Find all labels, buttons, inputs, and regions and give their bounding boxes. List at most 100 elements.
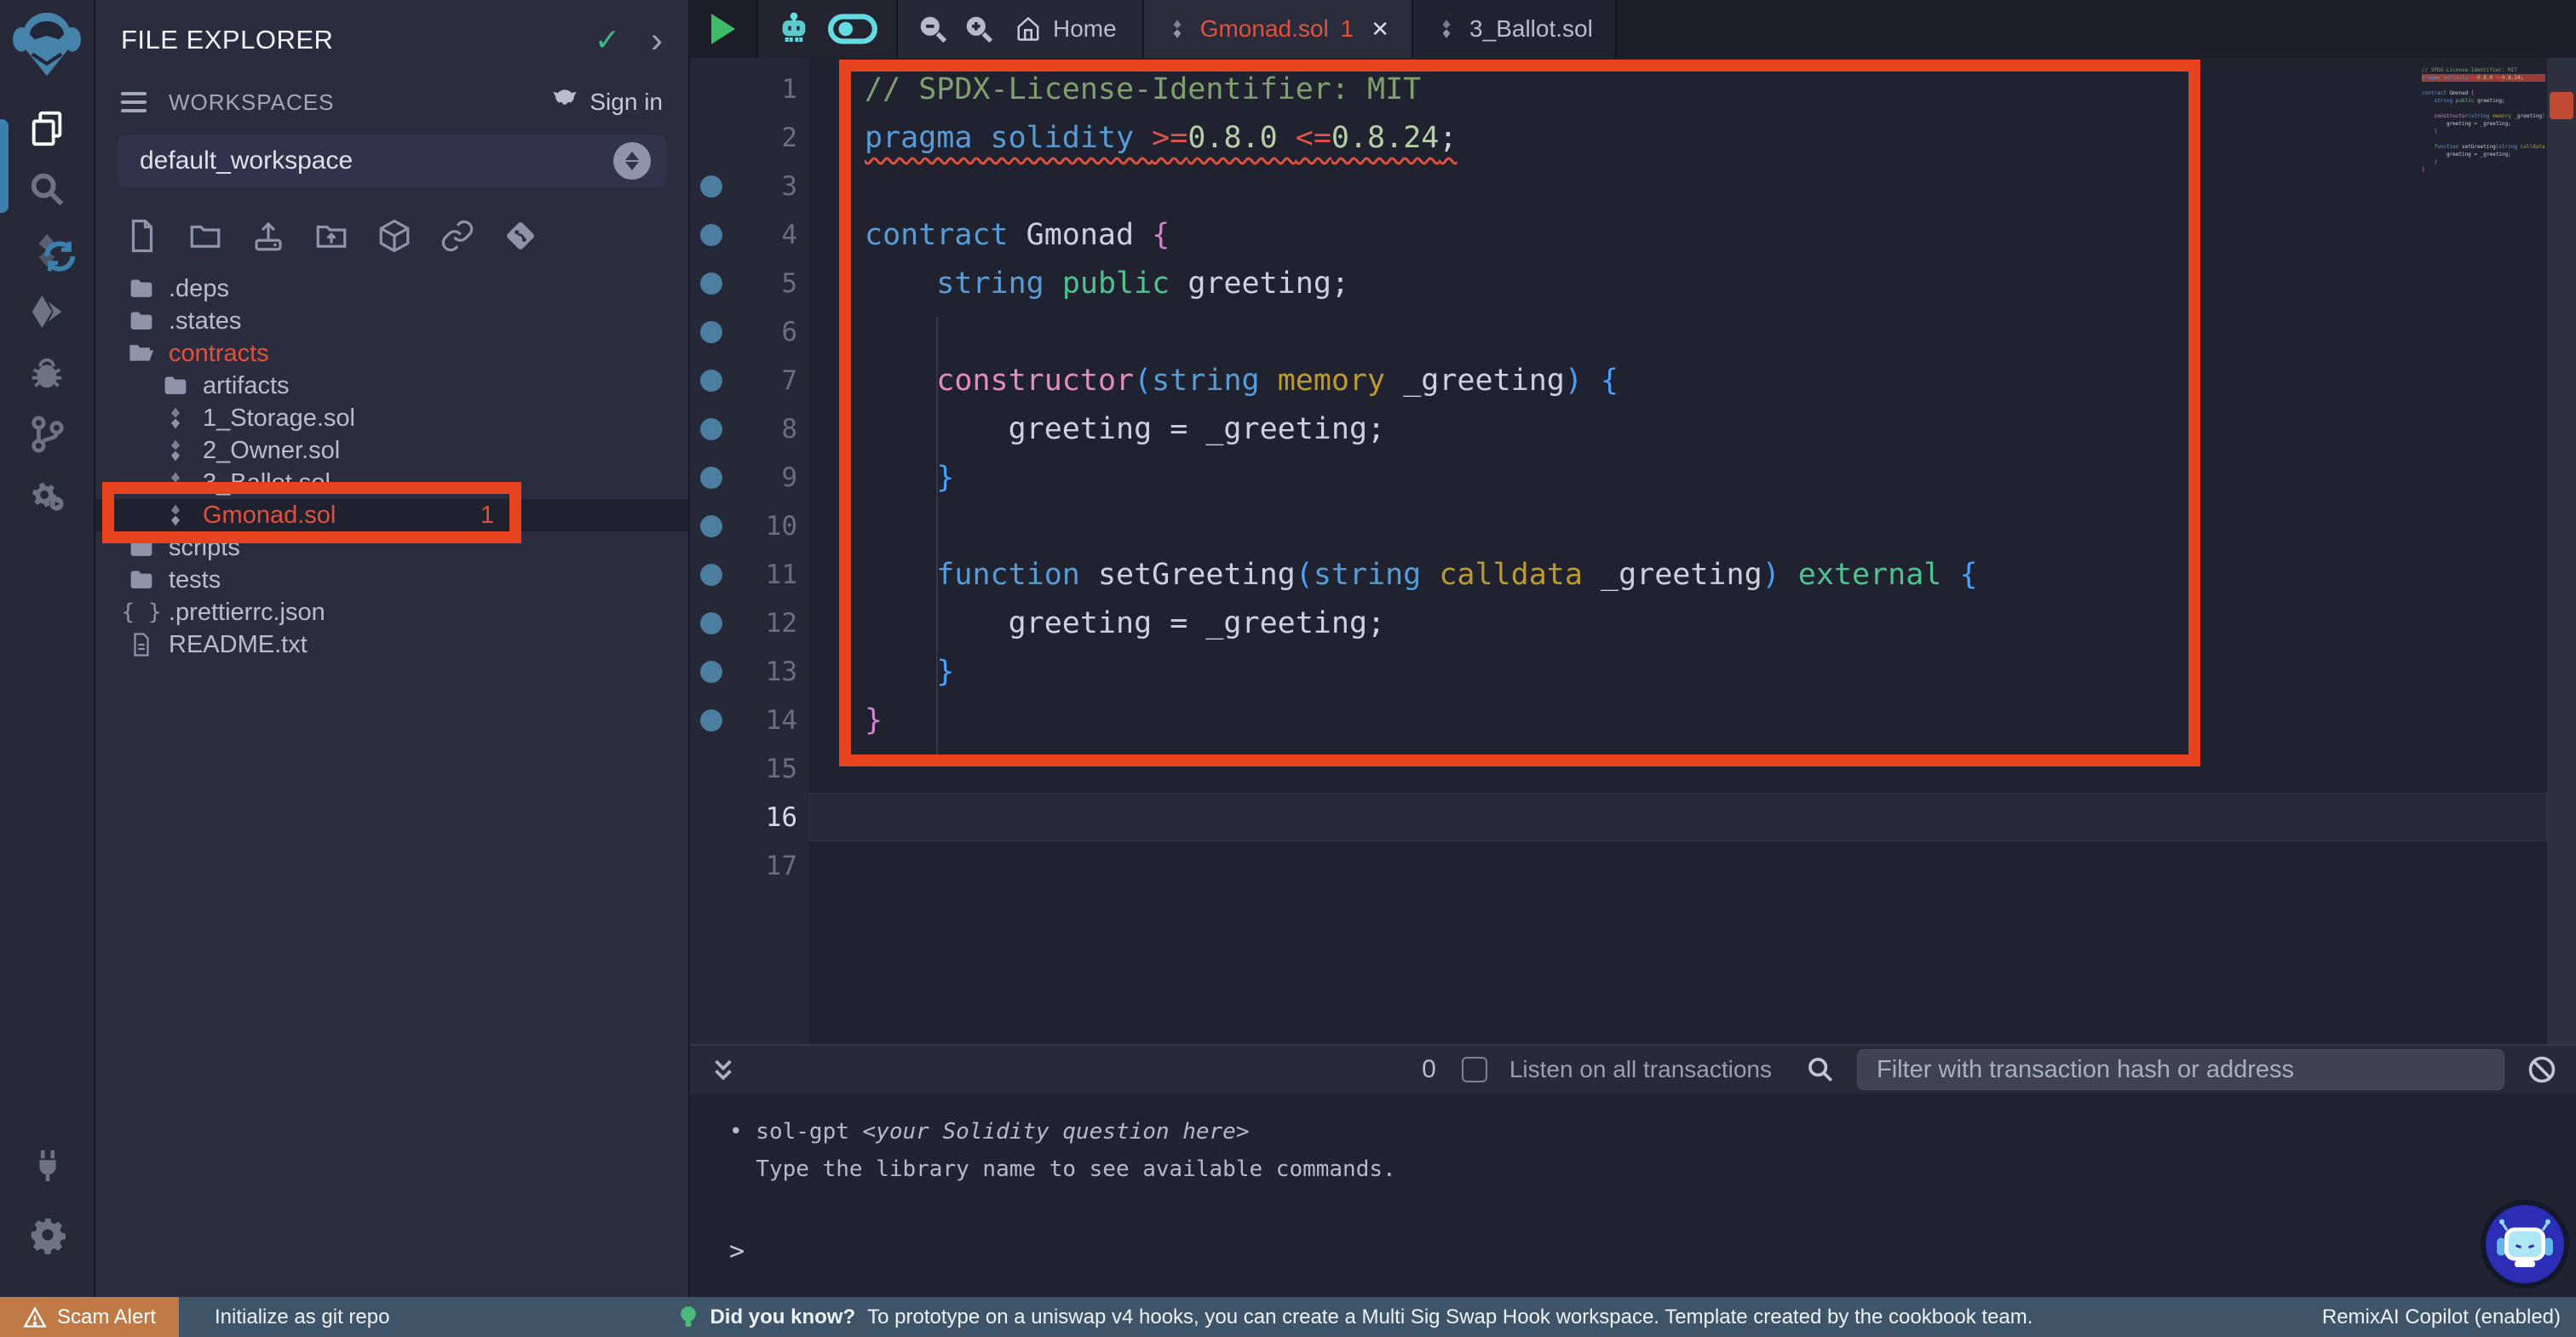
tab-gmonad-sol[interactable]: Gmonad.sol 1 ✕ — [1144, 0, 1413, 58]
plugin-manager-icon[interactable] — [0, 1145, 95, 1185]
line-number: 5 — [733, 268, 809, 299]
code-line-4[interactable]: 4contract Gmonad { — [690, 210, 2547, 259]
sign-in-button[interactable]: Sign in — [550, 89, 663, 116]
remix-logo[interactable] — [10, 10, 83, 78]
line-number: 13 — [733, 657, 809, 687]
debugger-icon[interactable] — [0, 342, 95, 404]
code-editor[interactable]: 1// SPDX-License-Identifier: MIT2pragma … — [690, 58, 2576, 1044]
zoom-in-icon[interactable] — [963, 13, 995, 45]
listen-transactions-checkbox[interactable] — [1462, 1057, 1487, 1082]
tree-item-contracts[interactable]: contracts — [95, 337, 688, 370]
code-text: } — [809, 453, 2547, 502]
tree-item-readme-txt[interactable]: README.txt — [95, 628, 688, 661]
code-line-7[interactable]: 7 constructor(string memory _greeting) { — [690, 356, 2547, 405]
create-workspace-icon[interactable] — [377, 218, 412, 254]
minimap-line: pragma solidity >=0.8.0 <=0.8.24; — [2422, 74, 2545, 82]
chevron-right-icon[interactable]: › — [651, 27, 663, 53]
code-text — [809, 793, 2547, 841]
solidity-compiler-icon[interactable] — [0, 220, 95, 281]
terminal-toolbar: 0 Listen on all transactions — [690, 1044, 2576, 1093]
upload-folder-icon[interactable] — [313, 218, 349, 254]
tree-item-tests[interactable]: tests — [95, 564, 688, 596]
error-count-badge: 1 — [480, 502, 494, 530]
file-explorer-panel: FILE EXPLORER ✓ › WORKSPACES Sign in def… — [95, 0, 690, 1297]
upload-file-icon[interactable] — [250, 218, 286, 254]
code-line-10[interactable]: 10 — [690, 502, 2547, 550]
tab-3-ballot-sol[interactable]: 3_Ballot.sol — [1413, 0, 1617, 58]
remix-ide-window: FILE EXPLORER ✓ › WORKSPACES Sign in def… — [0, 0, 2576, 1297]
code-line-9[interactable]: 9 } — [690, 453, 2547, 502]
clear-console-icon[interactable] — [2527, 1054, 2557, 1085]
plugin-gears-icon[interactable] — [0, 465, 95, 526]
tree-item-2-owner-sol[interactable]: 2_Owner.sol — [95, 434, 688, 467]
zoom-out-icon[interactable] — [917, 13, 949, 45]
tab-home[interactable]: Home — [1009, 15, 1124, 43]
compiler-refresh-icon — [40, 237, 79, 276]
git-init-button[interactable]: Initialize as git repo — [215, 1305, 389, 1329]
panel-title: FILE EXPLORER — [121, 25, 333, 55]
tree-item--deps[interactable]: .deps — [95, 273, 688, 305]
lightbulb-icon — [679, 1305, 698, 1330]
git-icon[interactable] — [0, 404, 95, 465]
minimap-line: contract Gmonad { — [2422, 89, 2545, 97]
file-text-icon — [128, 631, 155, 658]
scam-alert-button[interactable]: Scam Alert — [0, 1297, 179, 1337]
tree-item--states[interactable]: .states — [95, 305, 688, 337]
close-tab-icon[interactable]: ✕ — [1371, 16, 1389, 43]
error-squiggle: pragma solidity >=0.8.0 <=0.8.24; — [865, 121, 1457, 155]
code-line-15[interactable]: 15 — [690, 744, 2547, 793]
new-folder-icon[interactable] — [187, 218, 223, 254]
minimap-line: greeting = _greeting; — [2422, 120, 2545, 128]
remix-ai-assistant-button[interactable] — [2481, 1200, 2569, 1288]
deploy-and-run-icon[interactable] — [0, 281, 95, 342]
tree-item-artifacts[interactable]: artifacts — [95, 370, 688, 402]
tree-item-1-storage-sol[interactable]: 1_Storage.sol — [95, 402, 688, 434]
code-line-16[interactable]: 16 — [690, 793, 2547, 841]
tree-item--prettierrc-json[interactable]: { }.prettierrc.json — [95, 596, 688, 628]
gutter-dot-icon — [690, 224, 733, 246]
code-line-14[interactable]: 14} — [690, 696, 2547, 744]
expand-terminal-icon[interactable] — [709, 1055, 738, 1084]
code-line-11[interactable]: 11 function setGreeting(string calldata … — [690, 550, 2547, 599]
code-line-13[interactable]: 13 } — [690, 647, 2547, 696]
settings-gear-icon[interactable] — [0, 1215, 95, 1254]
code-text: contract Gmonad { — [809, 210, 2547, 259]
code-line-17[interactable]: 17 — [690, 841, 2547, 890]
workspace-select[interactable]: default_workspace — [118, 135, 666, 187]
code-text — [809, 502, 2547, 550]
code-text — [809, 744, 2547, 793]
new-file-icon[interactable] — [124, 218, 160, 254]
folder-icon — [128, 534, 155, 561]
folder-icon — [162, 372, 189, 399]
line-number: 11 — [733, 559, 809, 590]
minimap[interactable]: // SPDX-License-Identifier: MITpragma so… — [2422, 66, 2545, 174]
editor-scrollbar[interactable] — [2547, 58, 2576, 1044]
code-line-1[interactable]: 1// SPDX-License-Identifier: MIT — [690, 65, 2547, 113]
clone-git-icon[interactable] — [503, 218, 538, 254]
code-line-3[interactable]: 3 — [690, 162, 2547, 210]
terminal-line: • sol-gpt <your Solidity question here> — [729, 1119, 2576, 1145]
tree-item-3-ballot-sol[interactable]: 3_Ballot.sol — [95, 467, 688, 499]
terminal-output[interactable]: • sol-gpt <your Solidity question here> … — [690, 1093, 2576, 1297]
ai-robot-icon[interactable] — [777, 12, 811, 46]
code-text: greeting = _greeting; — [809, 405, 2547, 453]
import-from-url-icon[interactable] — [440, 218, 475, 254]
workspaces-menu-icon[interactable] — [121, 87, 147, 118]
code-line-12[interactable]: 12 greeting = _greeting; — [690, 599, 2547, 647]
run-script-button[interactable] — [690, 0, 758, 58]
code-line-5[interactable]: 5 string public greeting; — [690, 259, 2547, 307]
gutter-dot-icon — [690, 418, 733, 440]
tree-item-label: scripts — [169, 534, 240, 562]
ai-copilot-toggle[interactable] — [828, 14, 877, 44]
search-icon[interactable] — [0, 158, 95, 220]
code-text — [809, 841, 2547, 890]
file-explorer-icon[interactable] — [0, 97, 95, 158]
transaction-filter-input[interactable] — [1857, 1049, 2504, 1090]
tree-item-scripts[interactable]: scripts — [95, 531, 688, 564]
code-line-2[interactable]: 2pragma solidity >=0.8.0 <=0.8.24; — [690, 113, 2547, 162]
tree-item-gmonad-sol[interactable]: Gmonad.sol1 — [95, 499, 688, 531]
code-line-6[interactable]: 6 — [690, 307, 2547, 356]
code-line-8[interactable]: 8 greeting = _greeting; — [690, 405, 2547, 453]
code-text: string public greeting; — [809, 259, 2547, 307]
folder-icon — [128, 275, 155, 302]
